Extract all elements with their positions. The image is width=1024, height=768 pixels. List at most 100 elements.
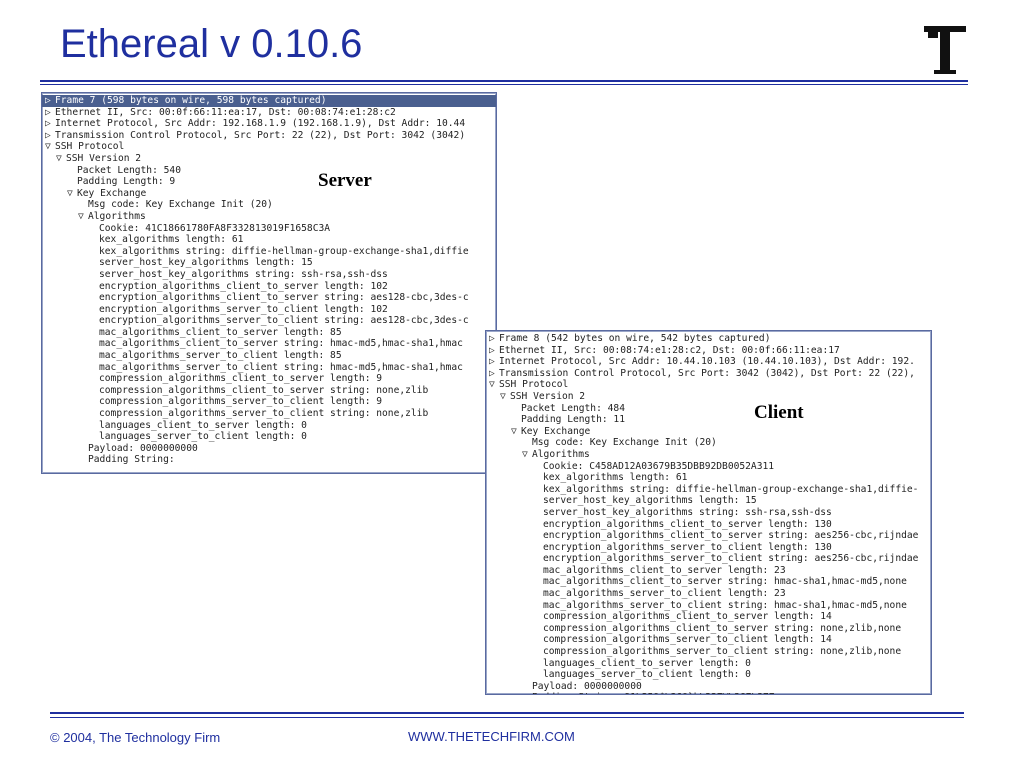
expand-triangle-icon[interactable]: ▷ <box>45 107 55 119</box>
collapse-triangle-icon[interactable]: ▽ <box>78 211 88 223</box>
tree-row-label: encryption_algorithms_server_to_client l… <box>543 541 832 553</box>
tree-row-label: Transmission Control Protocol, Src Port:… <box>55 129 466 141</box>
tree-row[interactable]: kex_algorithms string: diffie-hellman-gr… <box>486 484 931 496</box>
tree-row[interactable]: ▽ SSH Version 2 <box>486 391 931 403</box>
server-packet-tree[interactable]: ▷ Frame 7 (598 bytes on wire, 598 bytes c… <box>41 92 497 474</box>
tree-row[interactable]: compression_algorithms_server_to_client … <box>486 646 931 658</box>
expand-triangle-icon[interactable]: ▷ <box>45 118 55 130</box>
tree-row[interactable]: Padding String: <box>42 454 496 466</box>
tree-row[interactable]: encryption_algorithms_client_to_server s… <box>42 292 496 304</box>
tree-row[interactable]: ▷ Frame 8 (542 bytes on wire, 542 bytes c… <box>486 333 931 345</box>
client-packet-tree[interactable]: ▷ Frame 8 (542 bytes on wire, 542 bytes c… <box>485 330 932 695</box>
tree-row[interactable]: encryption_algorithms_server_to_client l… <box>486 542 931 554</box>
tree-row[interactable]: mac_algorithms_server_to_client string: … <box>486 600 931 612</box>
tree-row[interactable]: Packet Length: 540 <box>42 165 496 177</box>
collapse-triangle-icon[interactable]: ▽ <box>56 153 66 165</box>
tree-row-label: SSH Protocol <box>55 141 125 153</box>
tree-row[interactable]: compression_algorithms_client_to_server … <box>486 623 931 635</box>
collapse-triangle-icon[interactable]: ▽ <box>511 426 521 438</box>
tree-row[interactable]: languages_client_to_server length: 0 <box>42 420 496 432</box>
tree-row[interactable]: ▽ Algorithms <box>486 449 931 461</box>
tree-row[interactable]: encryption_algorithms_server_to_client s… <box>486 553 931 565</box>
tree-row[interactable]: ▷ Transmission Control Protocol, Src Port… <box>486 368 931 380</box>
expand-triangle-icon[interactable]: ▷ <box>45 130 55 142</box>
tree-row-label: Key Exchange <box>521 425 591 437</box>
tree-row[interactable]: mac_algorithms_client_to_server string: … <box>42 338 496 350</box>
tree-row[interactable]: compression_algorithms_client_to_server … <box>486 611 931 623</box>
tree-row[interactable]: ▽ Key Exchange <box>486 426 931 438</box>
tree-row-label: Payload: 0000000000 <box>88 442 198 454</box>
tree-row[interactable]: Msg code: Key Exchange Init (20) <box>42 199 496 211</box>
tree-row[interactable]: mac_algorithms_server_to_client length: … <box>42 350 496 362</box>
collapse-triangle-icon[interactable]: ▽ <box>45 141 55 153</box>
tree-row[interactable]: languages_server_to_client length: 0 <box>486 669 931 681</box>
tree-row[interactable]: ▽ Algorithms <box>42 211 496 223</box>
company-logo-icon: T <box>924 26 966 74</box>
tree-row[interactable]: ▷ Internet Protocol, Src Addr: 192.168.1.… <box>42 118 496 130</box>
tree-row[interactable]: compression_algorithms_client_to_server … <box>42 385 496 397</box>
tree-row[interactable]: Cookie: 41C18661780FA8F332813019F1658C3A <box>42 223 496 235</box>
tree-row[interactable]: server_host_key_algorithms string: ssh-r… <box>486 507 931 519</box>
tree-row[interactable]: compression_algorithms_server_to_client … <box>42 396 496 408</box>
expand-triangle-icon[interactable]: ▷ <box>489 368 499 380</box>
tree-row[interactable]: kex_algorithms length: 61 <box>486 472 931 484</box>
tree-row-label: kex_algorithms string: diffie-hellman-gr… <box>99 245 469 257</box>
tree-row[interactable]: compression_algorithms_server_to_client … <box>42 408 496 420</box>
collapse-triangle-icon[interactable]: ▽ <box>489 379 499 391</box>
collapse-triangle-icon[interactable]: ▽ <box>67 188 77 200</box>
tree-row[interactable]: languages_client_to_server length: 0 <box>486 658 931 670</box>
tree-row[interactable]: mac_algorithms_server_to_client string: … <box>42 362 496 374</box>
tree-row[interactable]: ▽ SSH Version 2 <box>42 153 496 165</box>
tree-row[interactable]: languages_server_to_client length: 0 <box>42 431 496 443</box>
tree-row-label: Msg code: Key Exchange Init (20) <box>88 199 273 211</box>
tree-row[interactable]: compression_algorithms_client_to_server … <box>42 373 496 385</box>
tree-row[interactable]: mac_algorithms_server_to_client length: … <box>486 588 931 600</box>
tree-row[interactable]: encryption_algorithms_server_to_client l… <box>42 304 496 316</box>
tree-row[interactable]: encryption_algorithms_client_to_server l… <box>486 519 931 531</box>
tree-row-label: compression_algorithms_server_to_client … <box>99 408 429 420</box>
tree-row[interactable]: encryption_algorithms_server_to_client s… <box>42 315 496 327</box>
tree-row[interactable]: encryption_algorithms_client_to_server l… <box>42 281 496 293</box>
tree-row[interactable]: server_host_key_algorithms length: 15 <box>42 257 496 269</box>
tree-row[interactable]: ▷ Ethernet II, Src: 00:08:74:e1:28:c2, Ds… <box>486 345 931 357</box>
tree-row[interactable]: Padding Length: 11 <box>486 414 931 426</box>
tree-row[interactable]: Msg code: Key Exchange Init (20) <box>486 437 931 449</box>
tree-row[interactable]: Padding String: 91\250$\360}b\227W\367\3… <box>486 692 931 694</box>
tree-row[interactable]: mac_algorithms_client_to_server string: … <box>486 576 931 588</box>
tree-row[interactable]: kex_algorithms string: diffie-hellman-gr… <box>42 246 496 258</box>
collapse-triangle-icon[interactable]: ▽ <box>522 449 532 461</box>
tree-row[interactable]: encryption_algorithms_client_to_server s… <box>486 530 931 542</box>
tree-row[interactable]: mac_algorithms_client_to_server length: … <box>42 327 496 339</box>
tree-row[interactable]: Padding Length: 9 <box>42 176 496 188</box>
tree-row[interactable]: ▷ Internet Protocol, Src Addr: 10.44.10.1… <box>486 356 931 368</box>
client-label: Client <box>754 402 804 423</box>
tree-row[interactable]: ▷ Transmission Control Protocol, Src Port… <box>42 130 496 142</box>
tree-row[interactable]: mac_algorithms_client_to_server length: … <box>486 565 931 577</box>
tree-row[interactable]: ▷ Frame 7 (598 bytes on wire, 598 bytes c… <box>42 95 496 107</box>
tree-row[interactable]: Payload: 0000000000 <box>486 681 931 693</box>
tree-row[interactable]: server_host_key_algorithms length: 15 <box>486 495 931 507</box>
tree-row[interactable]: ▷ Ethernet II, Src: 00:0f:66:11:ea:17, Ds… <box>42 107 496 119</box>
tree-row-label: mac_algorithms_server_to_client length: … <box>543 588 786 600</box>
tree-row[interactable]: Cookie: C458AD12A03679B35DBB92DB0052A311 <box>486 461 931 473</box>
expand-triangle-icon[interactable]: ▷ <box>489 356 499 368</box>
tree-row[interactable]: server_host_key_algorithms string: ssh-r… <box>42 269 496 281</box>
tree-row[interactable]: ▽ Key Exchange <box>42 188 496 200</box>
expand-triangle-icon[interactable]: ▷ <box>489 333 499 345</box>
tree-row-label: Internet Protocol, Src Addr: 10.44.10.10… <box>499 356 915 368</box>
server-tree-list: ▷ Frame 7 (598 bytes on wire, 598 bytes c… <box>42 93 496 466</box>
tree-row[interactable]: compression_algorithms_server_to_client … <box>486 634 931 646</box>
tree-row[interactable]: Packet Length: 484 <box>486 403 931 415</box>
expand-triangle-icon[interactable]: ▷ <box>489 345 499 357</box>
tree-row[interactable]: Payload: 0000000000 <box>42 443 496 455</box>
tree-row[interactable]: kex_algorithms length: 61 <box>42 234 496 246</box>
tree-row-label: kex_algorithms length: 61 <box>543 472 688 484</box>
expand-triangle-icon[interactable]: ▷ <box>45 95 55 107</box>
footer-url[interactable]: WWW.THETECHFIRM.COM <box>408 729 575 744</box>
collapse-triangle-icon[interactable]: ▽ <box>500 391 510 403</box>
tree-row[interactable]: ▽ SSH Protocol <box>42 141 496 153</box>
tree-row[interactable]: ▽ SSH Protocol <box>486 379 931 391</box>
